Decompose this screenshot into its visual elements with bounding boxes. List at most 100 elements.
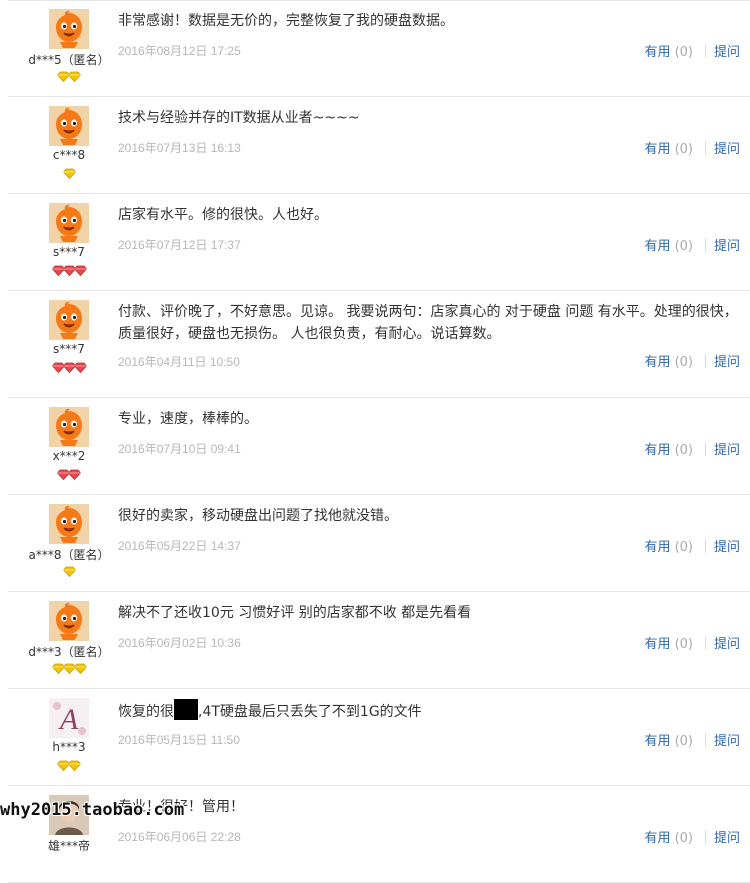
- review-item: a***8（匿名） 很好的卖家，移动硬盘出问题了找他就没错。 2016年05月22日…: [8, 495, 750, 592]
- review-content: 解决不了还收10元 习惯好评 别的店家都不收 都是先看看: [118, 602, 748, 624]
- taobao-baby-icon[interactable]: [49, 9, 89, 49]
- yellow-diamond-icon: [73, 659, 87, 678]
- useful-button[interactable]: 有用: [645, 734, 671, 749]
- useful-count: (0): [674, 734, 693, 749]
- redaction-block: [174, 699, 198, 720]
- divider: [704, 141, 706, 155]
- buyer-rank: [8, 67, 130, 82]
- review-content: 非常感谢！数据是无价的，完整恢复了我的硬盘数据。: [118, 10, 748, 32]
- review-text: 技术与经验并存的IT数据从业者~~~~: [118, 110, 360, 126]
- reviewer-name: 雄***帝: [47, 839, 90, 853]
- review-content: 恢复的很 ,4T硬盘最后只丢失了不到1G的文件: [118, 699, 748, 723]
- divider: [704, 830, 706, 844]
- useful-button[interactable]: 有用: [645, 142, 671, 157]
- useful-count: (0): [674, 45, 693, 60]
- review-text: 非常感谢！数据是无价的，完整恢复了我的硬盘数据。: [118, 13, 454, 29]
- ask-question-button[interactable]: 提问: [714, 734, 740, 749]
- useful-button[interactable]: 有用: [645, 540, 671, 555]
- useful-button[interactable]: 有用: [645, 443, 671, 458]
- review-text: 店家有水平。修的很快。人也好。: [118, 207, 328, 223]
- taobao-baby-icon[interactable]: [49, 407, 89, 447]
- review-actions: 有用 (0) 提问: [645, 235, 740, 254]
- red-heart-icon: [73, 358, 87, 377]
- review-actions: 有用 (0) 提问: [645, 633, 740, 652]
- review-date: 2016年07月13日 16:13: [118, 141, 241, 155]
- ask-question-button[interactable]: 提问: [714, 355, 740, 370]
- review-item: x***2 专业，速度，棒棒的。 2016年07月10日 09:41 有用 (0) 提问: [8, 398, 750, 495]
- buyer-rank: [8, 465, 130, 480]
- ask-question-button[interactable]: 提问: [714, 239, 740, 254]
- divider: [704, 44, 706, 58]
- buyer-rank: [8, 358, 130, 373]
- reviewer-name: a***8（匿名）: [28, 548, 110, 562]
- review-date: 2016年04月11日 10:50: [118, 355, 240, 369]
- useful-count: (0): [674, 355, 693, 370]
- ask-question-button[interactable]: 提问: [714, 142, 740, 157]
- useful-button[interactable]: 有用: [645, 239, 671, 254]
- useful-button[interactable]: 有用: [645, 45, 671, 60]
- svg-text:A: A: [58, 703, 79, 736]
- red-heart-icon: [73, 261, 87, 280]
- review-content: 付款、评价晚了，不好意思。见谅。 我要说两句：店家真心的 对于硬盘 问题 有水平…: [118, 301, 748, 345]
- red-heart-icon: [68, 465, 81, 484]
- review-text: 付款、评价晚了，不好意思。见谅。 我要说两句：店家真心的 对于硬盘 问题 有水平…: [118, 304, 738, 342]
- yellow-diamond-icon: [68, 756, 81, 775]
- useful-count: (0): [674, 443, 693, 458]
- useful-button[interactable]: 有用: [645, 637, 671, 652]
- useful-count: (0): [674, 239, 693, 254]
- review-actions: 有用 (0) 提问: [645, 536, 740, 555]
- review-item: s***7 付款、评价晚了，不好意思。见谅。 我要说两句：店家真心的 对于硬盘 问…: [8, 291, 750, 398]
- review-content: 很好的卖家，移动硬盘出问题了找他就没错。: [118, 505, 748, 527]
- review-actions: 有用 (0) 提问: [645, 138, 740, 157]
- review-actions: 有用 (0) 提问: [645, 439, 740, 458]
- review-actions: 有用 (0) 提问: [645, 827, 740, 846]
- ask-question-button[interactable]: 提问: [714, 637, 740, 652]
- ask-question-button[interactable]: 提问: [714, 45, 740, 60]
- watermark: why2015.taobao.com: [0, 800, 185, 820]
- divider: [704, 354, 706, 368]
- yellow-diamond-icon: [62, 562, 76, 581]
- yellow-diamond-icon: [62, 164, 76, 183]
- review-text-part: ,4T硬盘最后只丢失了不到1G的文件: [198, 704, 422, 720]
- useful-count: (0): [674, 142, 693, 157]
- review-item: Ah***3 恢复的很 ,4T硬盘最后只丢失了不到1G的文件 2016年05月15日 …: [8, 689, 750, 786]
- useful-count: (0): [674, 637, 693, 652]
- review-date: 2016年07月10日 09:41: [118, 442, 241, 456]
- review-date: 2016年05月15日 11:50: [118, 733, 240, 747]
- letter-a-avatar-icon[interactable]: A: [49, 698, 89, 738]
- reviewer-name: s***7: [53, 342, 85, 356]
- buyer-rank: [8, 853, 130, 867]
- buyer-rank: [8, 261, 130, 276]
- divider: [704, 733, 706, 747]
- review-text: 专业，速度，棒棒的。: [118, 411, 258, 427]
- useful-button[interactable]: 有用: [645, 355, 671, 370]
- reviewer-name: x***2: [52, 449, 86, 463]
- reviewer-name: c***8: [52, 148, 86, 162]
- taobao-baby-icon[interactable]: [49, 106, 89, 146]
- divider: [704, 442, 706, 456]
- buyer-rank: [8, 659, 130, 674]
- review-text: 解决不了还收10元 习惯好评 别的店家都不收 都是先看看: [118, 605, 472, 621]
- divider: [704, 539, 706, 553]
- review-content: 专业！很好！管用！: [118, 796, 748, 818]
- taobao-baby-icon[interactable]: [49, 601, 89, 641]
- review-item: s***7 店家有水平。修的很快。人也好。 2016年07月12日 17:37 有用(…: [8, 194, 750, 291]
- reviewer-name: d***5（匿名）: [28, 53, 110, 67]
- ask-question-button[interactable]: 提问: [714, 831, 740, 846]
- review-content: 技术与经验并存的IT数据从业者~~~~: [118, 107, 748, 129]
- reviewer-name: s***7: [53, 245, 85, 259]
- review-content: 专业，速度，棒棒的。: [118, 408, 748, 430]
- review-text: 很好的卖家，移动硬盘出问题了找他就没错。: [118, 508, 398, 524]
- useful-count: (0): [674, 540, 693, 555]
- taobao-baby-icon[interactable]: [49, 203, 89, 243]
- yellow-diamond-icon: [68, 67, 81, 86]
- taobao-baby-icon[interactable]: [49, 504, 89, 544]
- review-date: 2016年05月22日 14:37: [118, 539, 241, 553]
- review-actions: 有用 (0) 提问: [645, 351, 740, 370]
- ask-question-button[interactable]: 提问: [714, 443, 740, 458]
- review-date: 2016年07月12日 17:37: [118, 238, 241, 252]
- ask-question-button[interactable]: 提问: [714, 540, 740, 555]
- taobao-baby-icon[interactable]: [49, 300, 89, 340]
- review-date: 2016年06月06日 22:28: [118, 830, 241, 844]
- useful-button[interactable]: 有用: [645, 831, 671, 846]
